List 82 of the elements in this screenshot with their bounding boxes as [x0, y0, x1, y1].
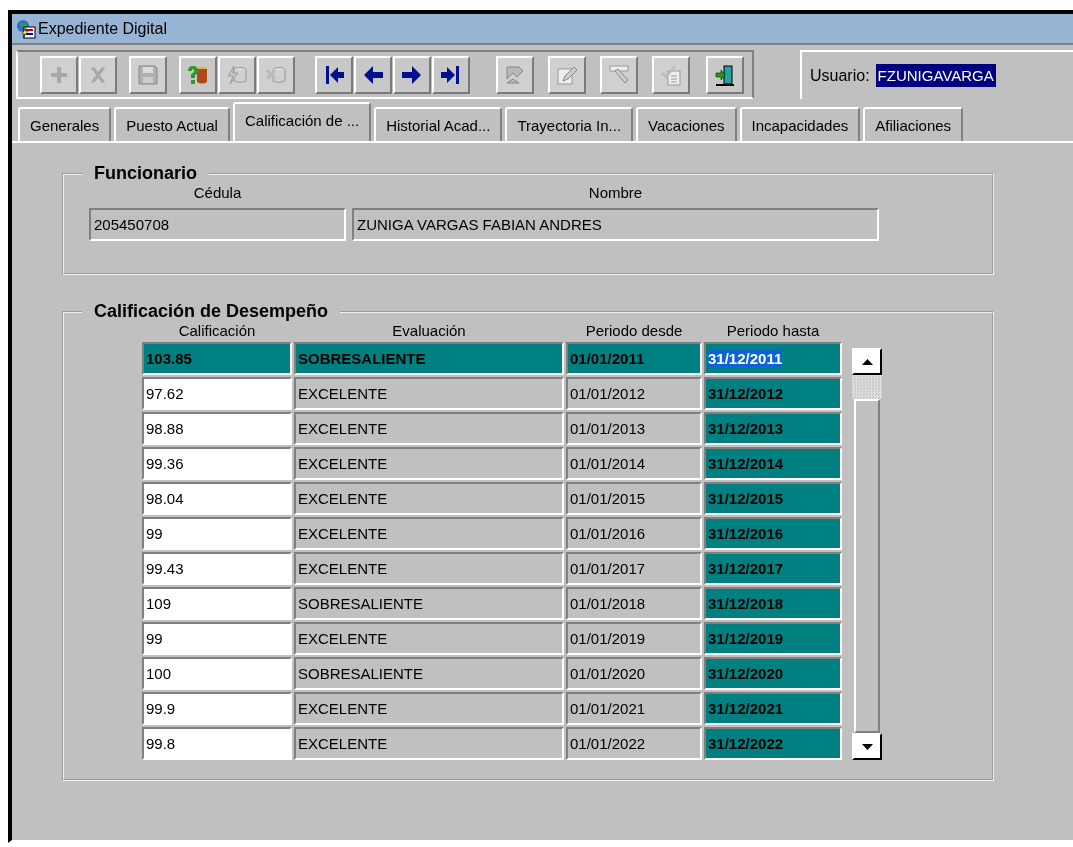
table-cell[interactable]: EXCELENTE — [294, 517, 564, 550]
table-cell[interactable]: 01/01/2015 — [566, 482, 702, 515]
table-cell[interactable]: 98.04 — [142, 482, 292, 515]
table-cell[interactable]: 31/12/2021 — [704, 692, 842, 725]
frame-title: Calificación de Desempeño — [93, 301, 330, 322]
save-icon — [136, 62, 160, 87]
table-cell[interactable]: 99 — [142, 517, 292, 550]
table-cell[interactable]: 01/01/2020 — [566, 657, 702, 690]
window-title: Expediente Digital — [38, 19, 167, 38]
tab[interactable]: Historial Acad... — [374, 107, 503, 141]
tab[interactable]: Calificación de ... — [232, 102, 372, 141]
scroll-down-icon — [861, 743, 873, 750]
table-cell[interactable]: 99.9 — [142, 692, 292, 725]
table-cell[interactable]: 01/01/2019 — [566, 622, 702, 655]
tab[interactable]: Generales — [18, 107, 112, 141]
tab[interactable]: Vacaciones — [636, 107, 737, 141]
last-record-button[interactable] — [432, 55, 470, 94]
table-cell[interactable]: EXCELENTE — [294, 377, 564, 410]
table-cell[interactable]: 109 — [142, 587, 292, 620]
table-cell[interactable]: EXCELENTE — [294, 727, 564, 760]
table-cell[interactable]: 31/12/2019 — [704, 622, 842, 655]
first-record-button[interactable] — [315, 55, 353, 94]
field-label: Nombre — [588, 184, 643, 201]
tab[interactable]: Afiliaciones — [863, 107, 964, 141]
table-cell[interactable]: 100 — [142, 657, 292, 690]
column-header: Evaluación — [391, 322, 467, 339]
table-cell[interactable]: 01/01/2012 — [566, 377, 702, 410]
table-cell[interactable]: 01/01/2014 — [566, 447, 702, 480]
scroll-thumb[interactable] — [852, 375, 882, 399]
field-label: Cédula — [193, 184, 242, 201]
frame-title: Funcionario — [93, 163, 198, 184]
table-cell[interactable]: 01/01/2017 — [566, 552, 702, 585]
exit-icon — [713, 62, 737, 87]
table-cell[interactable]: 31/12/2020 — [704, 657, 842, 690]
query-button[interactable] — [179, 55, 217, 94]
table-cell[interactable]: 31/12/2013 — [704, 412, 842, 445]
table-cell[interactable]: EXCELENTE — [294, 412, 564, 445]
table-cell[interactable]: 01/01/2011 — [566, 342, 702, 375]
table-cell[interactable]: 31/12/2016 — [704, 517, 842, 550]
table-cell[interactable]: SOBRESALIENTE — [294, 342, 564, 375]
table-cell[interactable]: 31/12/2015 — [704, 482, 842, 515]
table-cell[interactable]: SOBRESALIENTE — [294, 587, 564, 620]
scrollbar[interactable] — [852, 348, 882, 760]
table-cell[interactable]: 01/01/2013 — [566, 412, 702, 445]
table-cell[interactable]: EXCELENTE — [294, 692, 564, 725]
column-header: Periodo hasta — [725, 322, 821, 339]
column-header: Calificación — [177, 322, 257, 339]
user-label: Usuario: — [810, 66, 870, 85]
table-cell[interactable]: 01/01/2022 — [566, 727, 702, 760]
table-cell[interactable]: 103.85 — [142, 342, 292, 375]
table-cell[interactable]: 99.8 — [142, 727, 292, 760]
scroll-up-icon — [861, 358, 873, 365]
table-cell[interactable]: 01/01/2021 — [566, 692, 702, 725]
table-cell[interactable]: 01/01/2016 — [566, 517, 702, 550]
table-cell[interactable]: 31/12/2011 — [704, 342, 842, 375]
table-cell[interactable]: EXCELENTE — [294, 447, 564, 480]
table-cell[interactable]: EXCELENTE — [294, 482, 564, 515]
table-cell[interactable]: EXCELENTE — [294, 552, 564, 585]
table-cell[interactable]: 98.88 — [142, 412, 292, 445]
table-cell[interactable]: 99.36 — [142, 447, 292, 480]
table-cell[interactable]: 99.43 — [142, 552, 292, 585]
name-field[interactable]: ZUNIGA VARGAS FABIAN ANDRES — [352, 208, 879, 241]
tab[interactable]: Incapacidades — [739, 107, 861, 141]
previous-record-button[interactable] — [354, 55, 392, 94]
table-cell[interactable]: 99 — [142, 622, 292, 655]
table-cell[interactable]: 01/01/2018 — [566, 587, 702, 620]
tab[interactable]: Puesto Actual — [114, 107, 230, 141]
table-cell[interactable]: 31/12/2014 — [704, 447, 842, 480]
table-cell[interactable]: SOBRESALIENTE — [294, 657, 564, 690]
column-header: Periodo desde — [584, 322, 684, 339]
table-cell[interactable]: 97.62 — [142, 377, 292, 410]
table-cell[interactable]: 31/12/2017 — [704, 552, 842, 585]
next-record-button[interactable] — [393, 55, 431, 94]
table-cell[interactable]: 31/12/2022 — [704, 727, 842, 760]
table-cell[interactable]: EXCELENTE — [294, 622, 564, 655]
exit-button[interactable] — [706, 55, 744, 94]
user-name: FZUNIGAVARGA — [875, 64, 996, 87]
table-cell[interactable]: 31/12/2018 — [704, 587, 842, 620]
tab[interactable]: Trayectoria In... — [505, 107, 634, 141]
table-cell[interactable]: 31/12/2012 — [704, 377, 842, 410]
app-icon — [16, 18, 36, 39]
id-number-field[interactable]: 205450708 — [89, 208, 346, 241]
